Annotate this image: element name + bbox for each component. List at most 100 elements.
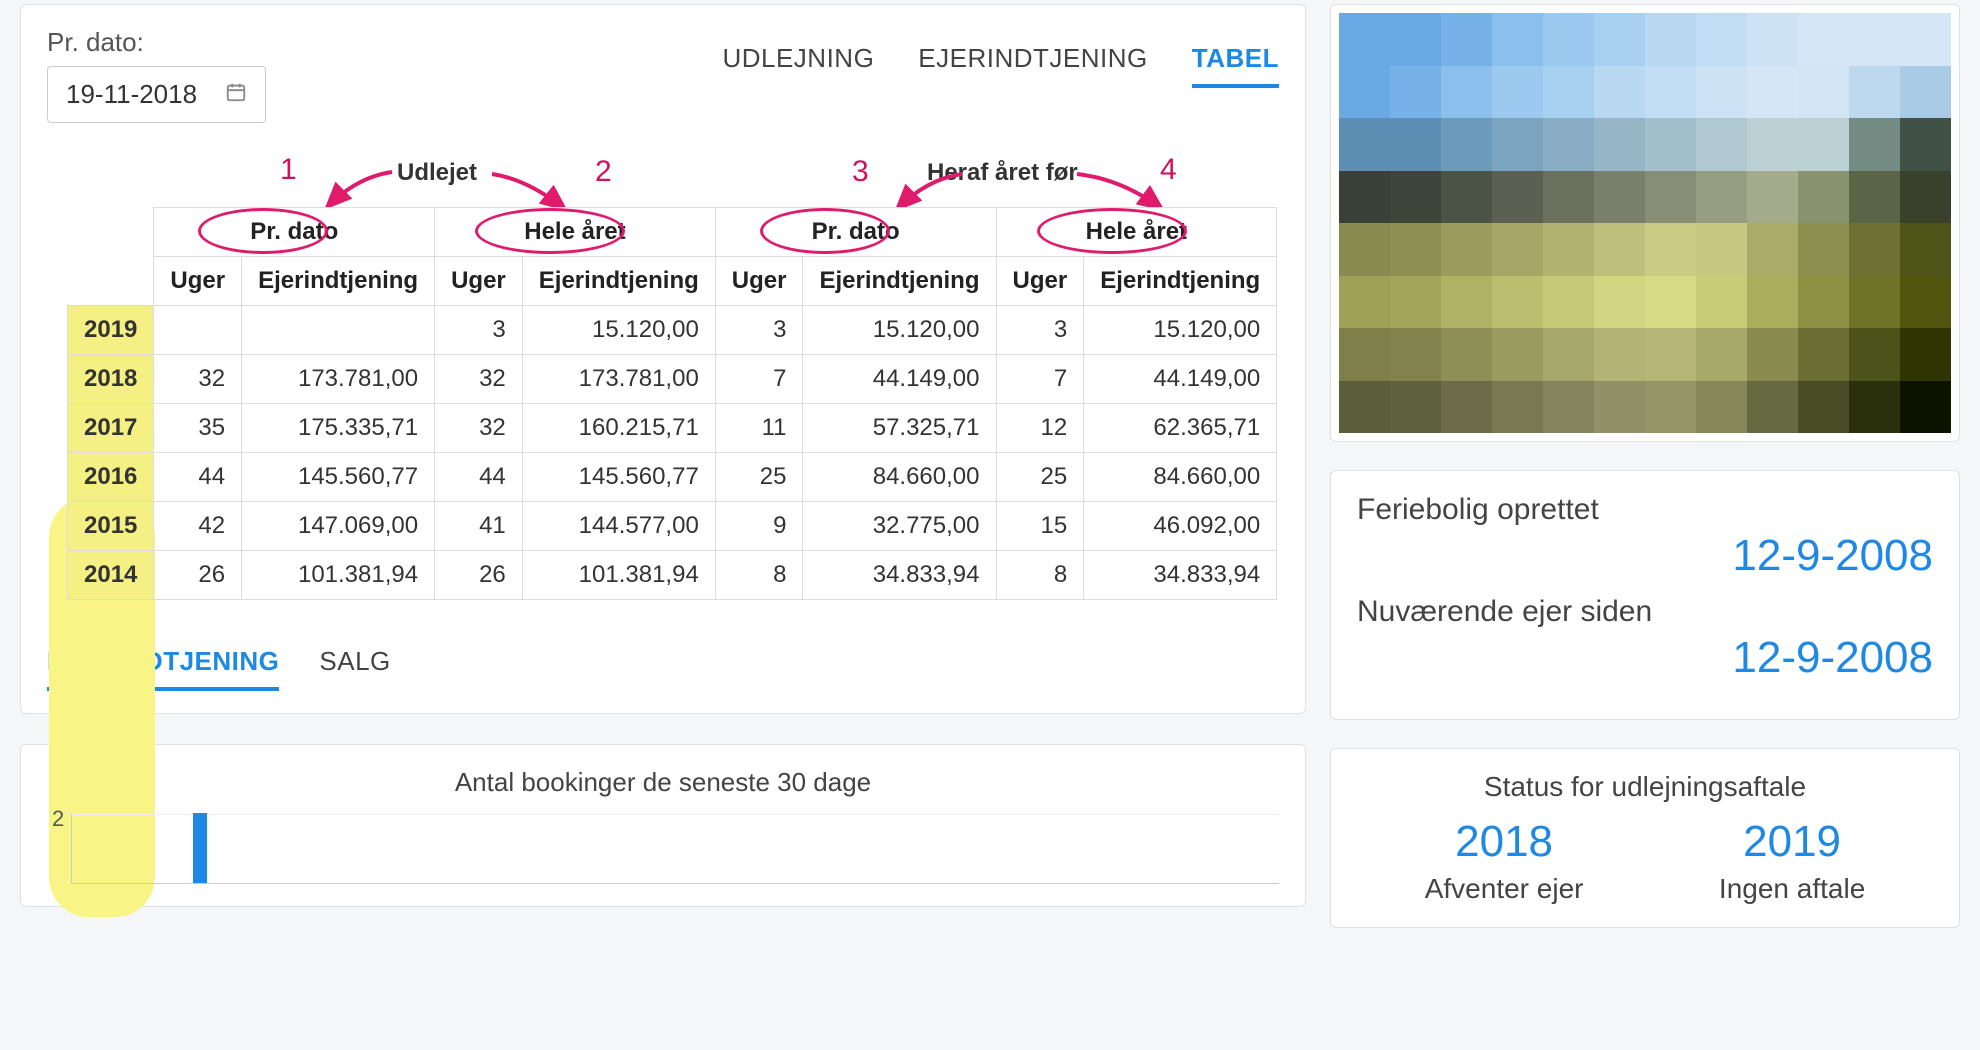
owner-label: Nuværende ejer siden	[1357, 595, 1933, 629]
cell: 147.069,00	[242, 502, 435, 551]
cell: 62.365,71	[1084, 404, 1277, 453]
chart-title: Antal bookinger de seneste 30 dage	[47, 767, 1279, 798]
cell: 34.833,94	[1084, 551, 1277, 600]
status-text-0: Afventer ejer	[1425, 873, 1584, 905]
cell	[242, 306, 435, 355]
cell: 8	[996, 551, 1084, 600]
cell: 44.149,00	[803, 355, 996, 404]
top-tabs: UDLEJNING EJERINDTJENING TABEL	[722, 43, 1279, 88]
col-uger-1: Uger	[154, 257, 242, 306]
cell: 15.120,00	[803, 306, 996, 355]
booking-chart: 2	[71, 814, 1279, 884]
table-row: 201426101.381,9426101.381,94834.833,9483…	[68, 551, 1277, 600]
property-image-card	[1330, 4, 1960, 442]
status-year-1: 2019	[1719, 817, 1865, 867]
cell: 145.560,77	[522, 453, 715, 502]
col-uger-3: Uger	[715, 257, 803, 306]
cell: 145.560,77	[242, 453, 435, 502]
cell: 32	[154, 355, 242, 404]
cell: 101.381,94	[522, 551, 715, 600]
cell: 9	[715, 502, 803, 551]
year-cell: 2014	[68, 551, 154, 600]
col-ejer-2: Ejerindtjening	[522, 257, 715, 306]
year-cell: 2015	[68, 502, 154, 551]
cell: 101.381,94	[242, 551, 435, 600]
cell: 3	[715, 306, 803, 355]
cell: 7	[715, 355, 803, 404]
cell: 3	[996, 306, 1084, 355]
year-cell: 2016	[68, 453, 154, 502]
col-uger-2: Uger	[435, 257, 523, 306]
cell: 25	[996, 453, 1084, 502]
status-card: Status for udlejningsaftale 2018 Afvente…	[1330, 748, 1960, 928]
property-image	[1339, 13, 1951, 433]
date-label: Pr. dato:	[47, 27, 266, 58]
ann-2: 2	[595, 155, 612, 189]
year-cell: 2017	[68, 404, 154, 453]
cell: 42	[154, 502, 242, 551]
sub-tabs: EJERINDTJENING SALG	[47, 646, 1279, 691]
cell: 15.120,00	[1084, 306, 1277, 355]
cell: 44.149,00	[1084, 355, 1277, 404]
date-input[interactable]: 19-11-2018	[47, 66, 266, 123]
cell: 32	[435, 404, 523, 453]
cell: 15.120,00	[522, 306, 715, 355]
table-row: 201542147.069,0041144.577,00932.775,0015…	[68, 502, 1277, 551]
cell: 12	[996, 404, 1084, 453]
year-cell: 2019	[68, 306, 154, 355]
circle-2	[475, 208, 625, 254]
ytick-2: 2	[52, 806, 64, 832]
date-value: 19-11-2018	[66, 79, 197, 110]
cell: 173.781,00	[522, 355, 715, 404]
table-row: 201735175.335,7132160.215,711157.325,711…	[68, 404, 1277, 453]
tab-tabel[interactable]: TABEL	[1192, 43, 1279, 88]
info-card: Feriebolig oprettet 12-9-2008 Nuværende …	[1330, 470, 1960, 720]
cell: 32	[435, 355, 523, 404]
tab-udlejning[interactable]: UDLEJNING	[722, 43, 874, 88]
tab-ejerindtjening[interactable]: EJERINDTJENING	[918, 43, 1147, 88]
cell: 3	[435, 306, 523, 355]
cell: 7	[996, 355, 1084, 404]
chart-bar	[193, 813, 207, 883]
calendar-icon	[225, 79, 247, 110]
ann-3: 3	[852, 155, 869, 189]
cell: 26	[435, 551, 523, 600]
ann-1: 1	[280, 153, 297, 187]
status-text-1: Ingen aftale	[1719, 873, 1865, 905]
cell: 41	[435, 502, 523, 551]
col-ejer-4: Ejerindtjening	[1084, 257, 1277, 306]
circle-1	[198, 208, 328, 254]
cell: 84.660,00	[803, 453, 996, 502]
col-uger-4: Uger	[996, 257, 1084, 306]
cell: 44	[154, 453, 242, 502]
col-ejer-3: Ejerindtjening	[803, 257, 996, 306]
cell: 175.335,71	[242, 404, 435, 453]
created-label: Feriebolig oprettet	[1357, 493, 1933, 527]
cell: 44	[435, 453, 523, 502]
table-row: 201832173.781,0032173.781,00744.149,0074…	[68, 355, 1277, 404]
owner-value: 12-9-2008	[1357, 633, 1933, 683]
status-title: Status for udlejningsaftale	[1357, 771, 1933, 803]
cell: 11	[715, 404, 803, 453]
chart-card: Antal bookinger de seneste 30 dage 2	[20, 744, 1306, 907]
table-row: 201644145.560,7744145.560,772584.660,002…	[68, 453, 1277, 502]
cell: 26	[154, 551, 242, 600]
data-table: Pr. dato Hele året Pr. dato	[67, 207, 1277, 600]
cell: 57.325,71	[803, 404, 996, 453]
cell: 144.577,00	[522, 502, 715, 551]
cell: 8	[715, 551, 803, 600]
cell: 173.781,00	[242, 355, 435, 404]
created-value: 12-9-2008	[1357, 531, 1933, 581]
cell: 34.833,94	[803, 551, 996, 600]
cell: 160.215,71	[522, 404, 715, 453]
col-ejer-1: Ejerindtjening	[242, 257, 435, 306]
cell: 32.775,00	[803, 502, 996, 551]
cell: 84.660,00	[1084, 453, 1277, 502]
year-cell: 2018	[68, 355, 154, 404]
circle-4	[1037, 208, 1187, 254]
cell: 15	[996, 502, 1084, 551]
subtab-salg[interactable]: SALG	[319, 646, 390, 691]
circle-3	[760, 208, 890, 254]
table-area: Udlejet Heraf året før 1 2 3 4	[47, 147, 1279, 600]
group-udlejet-label: Udlejet	[397, 159, 477, 187]
